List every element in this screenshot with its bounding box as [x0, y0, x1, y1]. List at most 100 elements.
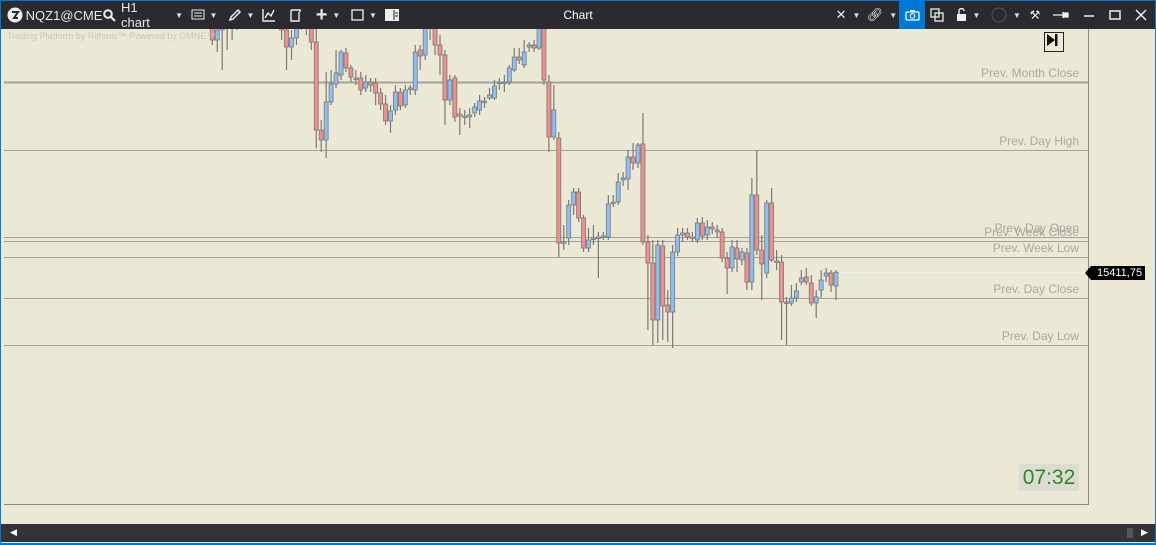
copy-windows-icon: [930, 8, 944, 22]
template-icon: [290, 9, 301, 22]
candle-down: [531, 44, 537, 49]
camera-icon: [904, 10, 920, 21]
maximize-button[interactable]: [1103, 1, 1127, 29]
candle-down: [358, 77, 364, 91]
candle-up: [363, 81, 369, 89]
candle-up: [764, 202, 770, 274]
app-logo-icon[interactable]: [5, 1, 25, 29]
candle-up: [338, 51, 344, 76]
level-label: Prev. Day High: [999, 134, 1079, 148]
last-price-tag: 15411,75: [1084, 266, 1146, 280]
candle-up: [833, 271, 839, 287]
candle-down: [368, 81, 374, 86]
candle-up: [496, 81, 502, 84]
scroll-thumb[interactable]: [1127, 528, 1133, 538]
candle-up: [655, 244, 661, 321]
candle-up: [739, 251, 745, 261]
crosshair-icon: ✕: [835, 7, 847, 22]
indicators-button[interactable]: [259, 1, 279, 29]
chevron-down-icon: ▼: [369, 10, 377, 20]
chevron-down-icon: ▼: [889, 10, 898, 20]
candle-up: [591, 237, 596, 240]
close-button[interactable]: [1129, 1, 1153, 29]
pin-icon: [1053, 12, 1069, 18]
candle-up: [586, 239, 591, 249]
timeframe-dropdown[interactable]: H1 chart ▼: [121, 0, 183, 30]
candle-down: [432, 29, 438, 46]
window-icon: [351, 9, 364, 21]
candle-down: [665, 304, 671, 313]
candle-down: [784, 301, 789, 304]
candle-down: [719, 231, 725, 259]
candle-up: [670, 251, 676, 313]
candle-up: [482, 100, 487, 103]
candle-up: [407, 87, 413, 90]
tools-button[interactable]: ⚒: [1025, 1, 1045, 29]
candle-down: [724, 257, 730, 269]
pin-button[interactable]: [1049, 1, 1073, 29]
candle-down: [378, 92, 384, 105]
candle-up: [680, 232, 685, 236]
title-bar: NQZ1@CME H1 chart ▼ ▼ ▼ + ▼ ▼ Chart ✕ ▼ 🔗︎ ▼…: [1, 0, 1155, 30]
candle-up: [615, 181, 621, 203]
candle-down: [685, 232, 690, 238]
candle-up: [219, 29, 225, 31]
tools-icon: ⚒: [1029, 8, 1041, 22]
candle-up: [333, 72, 339, 85]
screenshot-button[interactable]: [899, 1, 925, 29]
candle-up: [635, 144, 641, 164]
candle-up: [402, 89, 408, 106]
candle-up: [447, 79, 453, 101]
columns-icon: [385, 9, 399, 21]
candle-up: [511, 56, 517, 71]
candle-up: [620, 177, 626, 181]
candle-up: [823, 272, 829, 277]
lock-button[interactable]: ▼: [953, 1, 983, 29]
candle-up: [566, 204, 572, 239]
chevron-down-icon: ▼: [852, 10, 861, 20]
candle-up: [353, 77, 359, 80]
search-icon[interactable]: [101, 1, 117, 29]
horizontal-scrollbar[interactable]: ◀ ▶: [1, 524, 1155, 542]
candle-up: [323, 101, 329, 141]
candle-down: [556, 137, 562, 244]
add-button[interactable]: + ▼: [311, 1, 345, 29]
chevron-down-icon: ▼: [209, 10, 218, 20]
candle-down: [779, 261, 784, 303]
color-button[interactable]: ▼: [989, 1, 1023, 29]
columns-button[interactable]: [383, 1, 401, 29]
candle-down: [645, 241, 651, 264]
candle-up: [551, 109, 557, 138]
candle-down: [803, 276, 809, 283]
candle-up: [506, 67, 512, 83]
template-button[interactable]: [285, 1, 305, 29]
crosshair-button[interactable]: ✕ ▼: [833, 1, 863, 29]
scroll-right-icon[interactable]: ▶: [1141, 527, 1148, 538]
candle-up: [492, 85, 497, 99]
candle-up: [749, 194, 755, 283]
scroll-to-end-button[interactable]: [1044, 32, 1064, 52]
price-chart[interactable]: Trading Platform by Rithmic™ Powered by …: [4, 29, 1089, 505]
minimize-button[interactable]: [1077, 1, 1101, 29]
candle-down: [709, 226, 715, 230]
candle-down: [279, 29, 285, 31]
candle-up: [521, 51, 527, 66]
link-button[interactable]: 🔗︎ ▼: [867, 1, 897, 29]
scroll-left-icon[interactable]: ◀: [10, 527, 17, 538]
level-label: Prev. Day Low: [1001, 329, 1079, 343]
candle-down: [308, 29, 314, 43]
candle-up: [704, 226, 710, 236]
candle-up: [695, 222, 700, 241]
display-menu-button[interactable]: ▼: [187, 1, 221, 29]
candle-down: [383, 103, 388, 122]
candle-down: [318, 129, 324, 141]
symbol-selector[interactable]: NQZ1@CME: [26, 1, 103, 29]
candle-down: [630, 156, 636, 164]
drawing-tools-button[interactable]: ▼: [225, 1, 257, 29]
duplicate-window-button[interactable]: [927, 1, 947, 29]
candle-up: [610, 201, 616, 204]
level-label: Prev. Week Close: [984, 225, 1079, 239]
window-button[interactable]: ▼: [347, 1, 381, 29]
candle-up: [462, 115, 468, 118]
candle-up: [536, 29, 542, 49]
